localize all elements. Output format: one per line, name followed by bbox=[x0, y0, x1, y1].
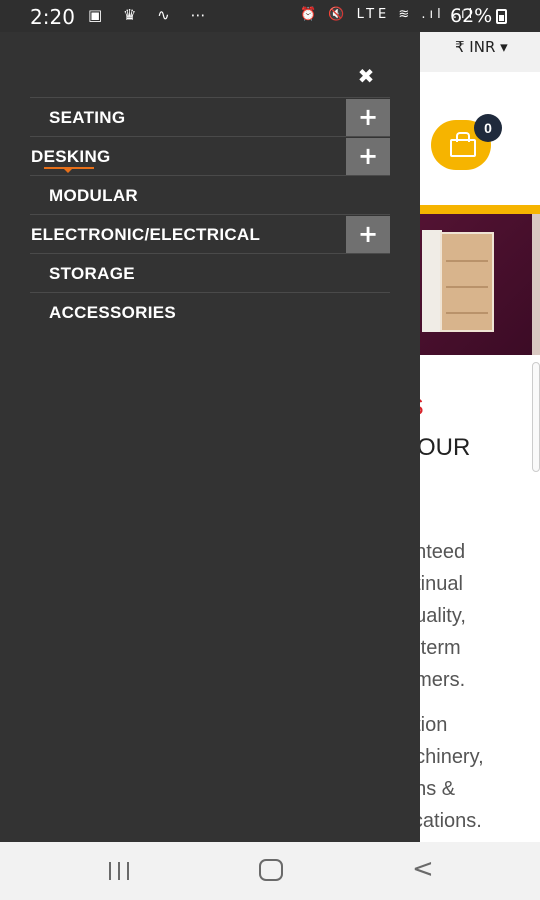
status-bar: 2:20 ▣ ♛ ∿ ⋯ ⏰ 🔇 LTE ≋ .ıl .ıl 62% bbox=[0, 0, 540, 32]
menu-item-modular[interactable]: MODULAR bbox=[30, 175, 390, 214]
plus-icon[interactable]: + bbox=[346, 138, 390, 175]
menu-item-label: ACCESSORIES bbox=[49, 303, 177, 322]
menu-item-label: MODULAR bbox=[49, 186, 138, 205]
menu-item-label: ELECTRONIC/ELECTRICAL bbox=[31, 225, 261, 244]
menu-item-seating[interactable]: SEATING + bbox=[30, 97, 390, 136]
back-icon[interactable]: < bbox=[412, 856, 434, 882]
battery-percent: 62% bbox=[450, 5, 493, 27]
plus-icon[interactable]: + bbox=[346, 216, 390, 253]
menu-item-electronic-electrical[interactable]: ELECTRONIC/ELECTRICAL + bbox=[30, 214, 390, 253]
menu-item-accessories[interactable]: ACCESSORIES bbox=[30, 292, 390, 331]
battery-icon bbox=[496, 9, 507, 24]
notification-icons: ▣ ♛ ∿ ⋯ bbox=[88, 6, 214, 24]
plus-icon[interactable]: + bbox=[346, 99, 390, 136]
menu-item-desking[interactable]: DESKING + bbox=[30, 136, 390, 175]
home-icon[interactable] bbox=[259, 859, 283, 881]
drawer-scrim[interactable] bbox=[420, 32, 540, 842]
category-menu: SEATING + DESKING + MODULAR ELECTRONIC/E… bbox=[30, 97, 390, 331]
close-icon[interactable]: ✖ bbox=[352, 62, 380, 90]
recents-icon[interactable] bbox=[109, 862, 133, 880]
menu-item-storage[interactable]: STORAGE bbox=[30, 253, 390, 292]
menu-item-label: STORAGE bbox=[49, 264, 135, 283]
menu-item-label: SEATING bbox=[49, 108, 126, 127]
menu-item-label: DESKING bbox=[31, 147, 111, 166]
status-time: 2:20 bbox=[30, 5, 75, 29]
system-nav-bar: < bbox=[0, 842, 540, 900]
nav-drawer: ✖ SEATING + DESKING + MODULAR ELECTRONIC… bbox=[0, 32, 420, 842]
